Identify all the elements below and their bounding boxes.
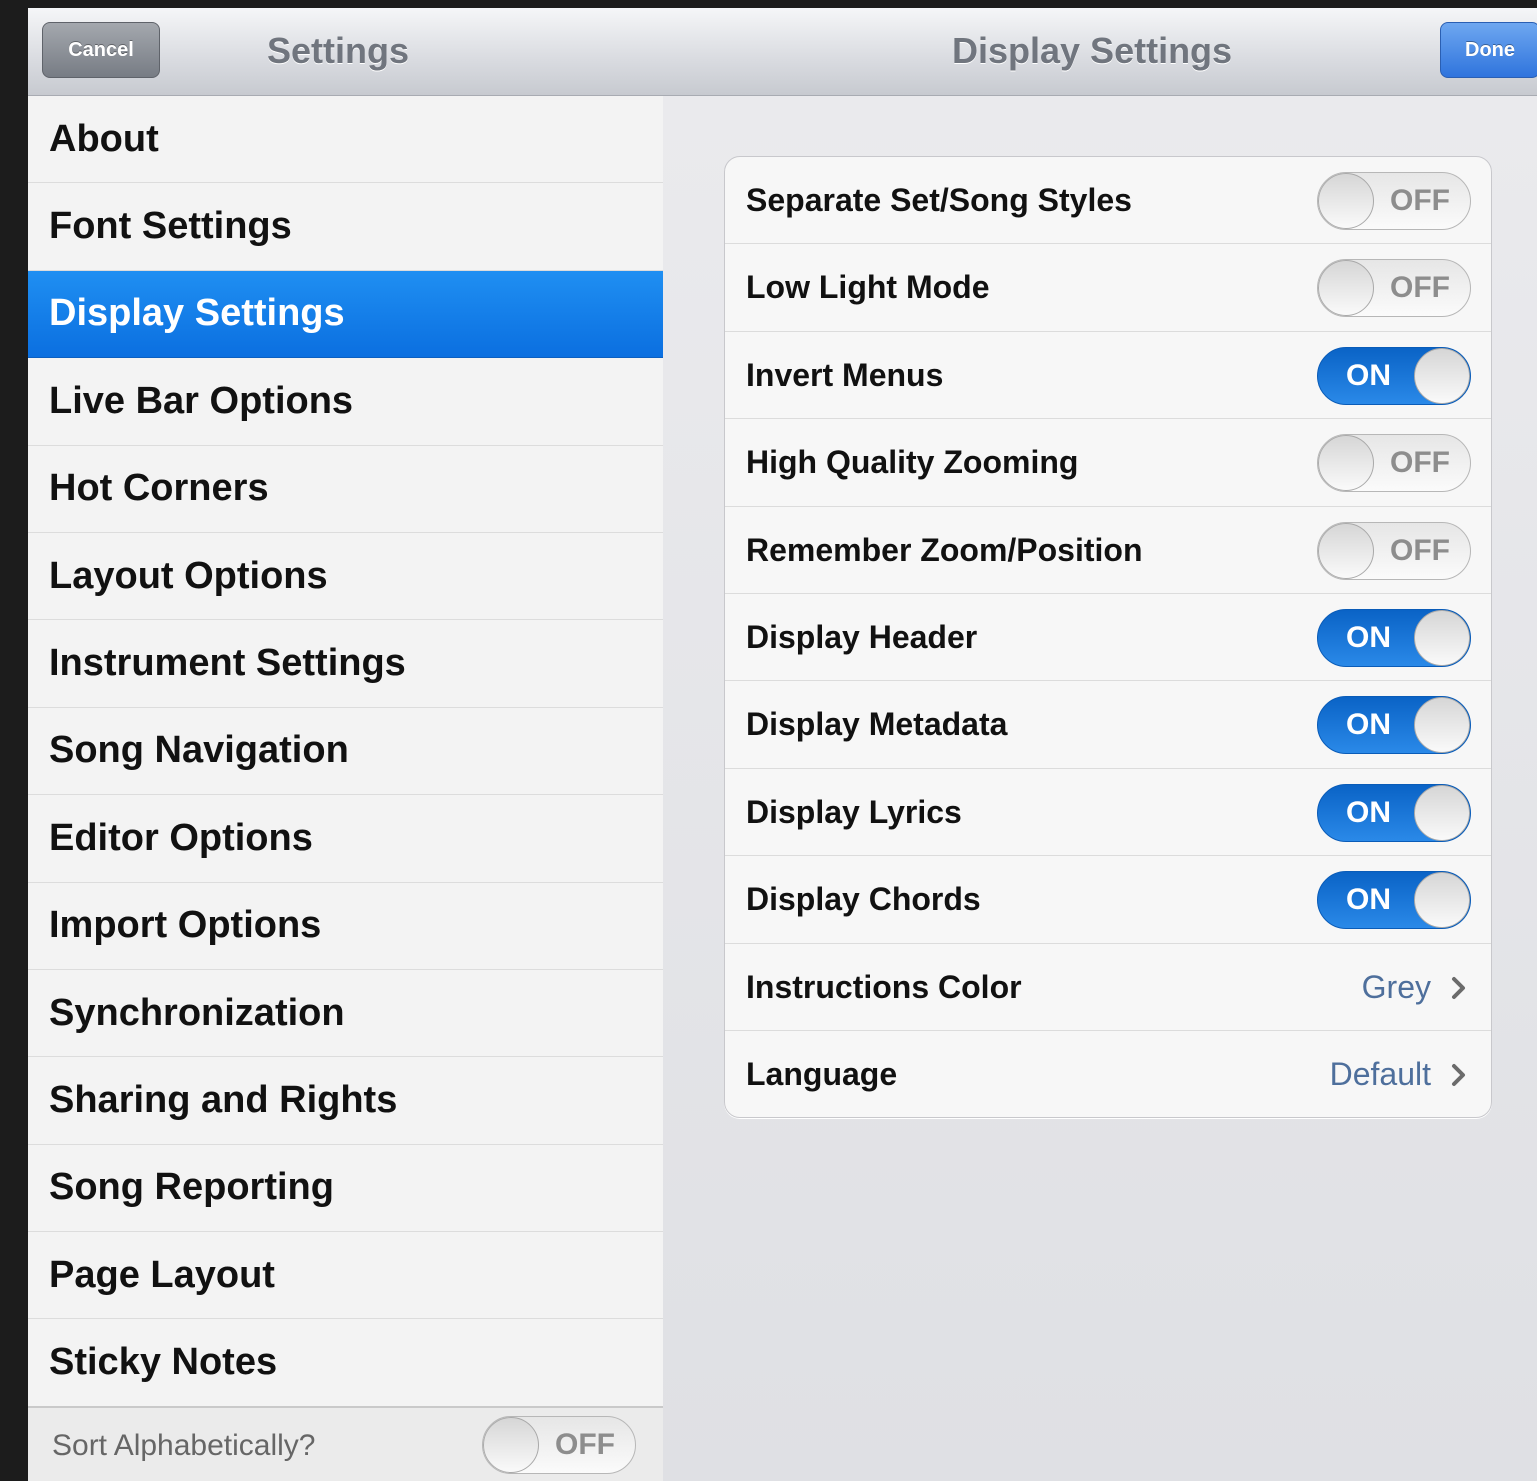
sidebar-item-live-bar-options[interactable]: Live Bar Options (28, 358, 663, 446)
sidebar-item-label: Page Layout (49, 1253, 275, 1296)
setting-label: Separate Set/Song Styles (746, 182, 1132, 218)
low-light-mode-switch[interactable]: OFF (1317, 259, 1471, 318)
settings-window: Cancel Settings Display Settings Done Ab… (28, 8, 1537, 1481)
switch-state-label: ON (1346, 708, 1391, 742)
navigation-bar: Cancel Settings Display Settings Done (28, 8, 1537, 96)
setting-row-high-quality-zooming: High Quality Zooming OFF (725, 419, 1491, 507)
sidebar-item-label: Layout Options (49, 554, 328, 597)
setting-label: Display Header (746, 618, 978, 655)
switch-state-label: ON (1346, 358, 1391, 392)
setting-label: High Quality Zooming (746, 444, 1079, 481)
sidebar-item-label: Song Reporting (49, 1166, 334, 1209)
setting-row-display-chords: Display Chords ON (725, 856, 1491, 944)
switch-state-label: OFF (1390, 184, 1450, 217)
switch-state-label: ON (1346, 620, 1391, 654)
setting-row-display-lyrics: Display Lyrics ON (725, 769, 1491, 857)
done-button[interactable]: Done (1440, 22, 1537, 78)
settings-category-list: About Font Settings Display Settings Live B… (28, 96, 663, 1407)
sidebar-item-label: Sharing and Rights (49, 1078, 398, 1121)
setting-value: Default (1329, 1055, 1431, 1092)
sidebar-item-hot-corners[interactable]: Hot Corners (28, 445, 663, 533)
setting-label: Remember Zoom/Position (746, 531, 1143, 568)
cancel-button[interactable]: Cancel (42, 22, 160, 78)
setting-value: Grey (1361, 968, 1431, 1005)
sidebar-item-label: Display Settings (49, 292, 345, 335)
switch-knob (1318, 173, 1374, 229)
switch-state-label: OFF (555, 1428, 615, 1461)
switch-state-label: OFF (1390, 533, 1450, 567)
separate-set-song-styles-switch[interactable]: OFF (1317, 172, 1471, 230)
switch-knob (1414, 609, 1470, 666)
setting-row-display-metadata: Display Metadata ON (725, 681, 1491, 769)
setting-label: Display Lyrics (746, 793, 962, 830)
sidebar-item-layout-options[interactable]: Layout Options (28, 532, 663, 621)
switch-state-label: OFF (1390, 271, 1450, 305)
chevron-right-icon (1452, 976, 1465, 999)
sidebar-item-label: Live Bar Options (49, 379, 354, 422)
switch-knob (1318, 260, 1374, 317)
switch-knob (1318, 522, 1374, 579)
sidebar-item-sticky-notes[interactable]: Sticky Notes (28, 1319, 663, 1407)
sidebar-item-song-reporting[interactable]: Song Reporting (28, 1144, 663, 1233)
sidebar-item-label: Font Settings (49, 205, 292, 248)
master-title: Settings (267, 30, 410, 71)
setting-label: Language (746, 1055, 898, 1092)
sort-alphabetically-label: Sort Alphabetically? (52, 1429, 316, 1462)
sidebar-item-label: Synchronization (49, 991, 345, 1034)
setting-label: Display Metadata (746, 706, 1008, 743)
setting-row-separate-set-song-styles: Separate Set/Song Styles OFF (725, 157, 1491, 245)
setting-row-low-light-mode: Low Light Mode OFF (725, 244, 1491, 332)
sidebar-item-editor-options[interactable]: Editor Options (28, 795, 663, 883)
switch-state-label: ON (1346, 883, 1391, 917)
sidebar-item-display-settings[interactable]: Display Settings (28, 270, 663, 359)
setting-row-invert-menus: Invert Menus ON (725, 332, 1491, 420)
sidebar-item-label: Import Options (49, 904, 322, 947)
sidebar-item-label: Sticky Notes (49, 1341, 278, 1384)
setting-label: Display Chords (746, 881, 981, 918)
display-chords-switch[interactable]: ON (1317, 871, 1471, 930)
setting-label: Instructions Color (746, 968, 1022, 1005)
sidebar-item-about[interactable]: About (28, 96, 663, 184)
switch-state-label: OFF (1390, 446, 1450, 480)
sidebar-item-font-settings[interactable]: Font Settings (28, 183, 663, 271)
setting-row-remember-zoom-position: Remember Zoom/Position OFF (725, 507, 1491, 594)
setting-row-display-header: Display Header ON (725, 594, 1491, 682)
high-quality-zooming-switch[interactable]: OFF (1317, 434, 1471, 493)
sidebar-item-instrument-settings[interactable]: Instrument Settings (28, 620, 663, 708)
display-metadata-switch[interactable]: ON (1317, 696, 1471, 755)
display-lyrics-switch[interactable]: ON (1317, 783, 1471, 842)
setting-label: Low Light Mode (746, 269, 990, 306)
display-settings-panel: Separate Set/Song Styles OFF Low Light Mod… (663, 96, 1537, 1481)
sidebar-item-label: Instrument Settings (49, 642, 406, 685)
sort-alphabetically-switch[interactable]: OFF (482, 1416, 636, 1474)
sidebar-item-import-options[interactable]: Import Options (28, 882, 663, 970)
page-title: Display Settings (952, 30, 1233, 71)
invert-menus-switch[interactable]: ON (1317, 346, 1471, 405)
remember-zoom-position-switch[interactable]: OFF (1317, 521, 1471, 580)
switch-knob (483, 1417, 539, 1473)
setting-row-instructions-color[interactable]: Instructions Color Grey (725, 944, 1491, 1031)
sidebar-item-song-navigation[interactable]: Song Navigation (28, 707, 663, 796)
chevron-right-icon (1452, 1063, 1465, 1086)
sidebar-item-sharing-and-rights[interactable]: Sharing and Rights (28, 1057, 663, 1145)
switch-state-label: ON (1346, 795, 1391, 829)
sort-bar: Sort Alphabetically? OFF (28, 1406, 663, 1481)
sidebar-item-page-layout[interactable]: Page Layout (28, 1232, 663, 1320)
switch-knob (1318, 435, 1374, 492)
switch-knob (1414, 697, 1470, 754)
display-settings-group: Separate Set/Song Styles OFF Low Light Mod… (724, 156, 1492, 1118)
display-header-switch[interactable]: ON (1317, 608, 1471, 667)
switch-knob (1414, 872, 1470, 929)
sidebar-item-synchronization[interactable]: Synchronization (28, 969, 663, 1058)
setting-row-language[interactable]: Language Default (725, 1031, 1491, 1117)
switch-knob (1414, 347, 1470, 404)
sidebar-item-label: Hot Corners (49, 467, 269, 510)
switch-knob (1414, 784, 1470, 841)
settings-sidebar: About Font Settings Display Settings Live B… (28, 96, 663, 1481)
sidebar-item-label: Editor Options (49, 816, 313, 859)
sidebar-item-label: Song Navigation (49, 729, 349, 772)
sidebar-item-label: About (49, 117, 159, 160)
setting-label: Invert Menus (746, 356, 944, 393)
